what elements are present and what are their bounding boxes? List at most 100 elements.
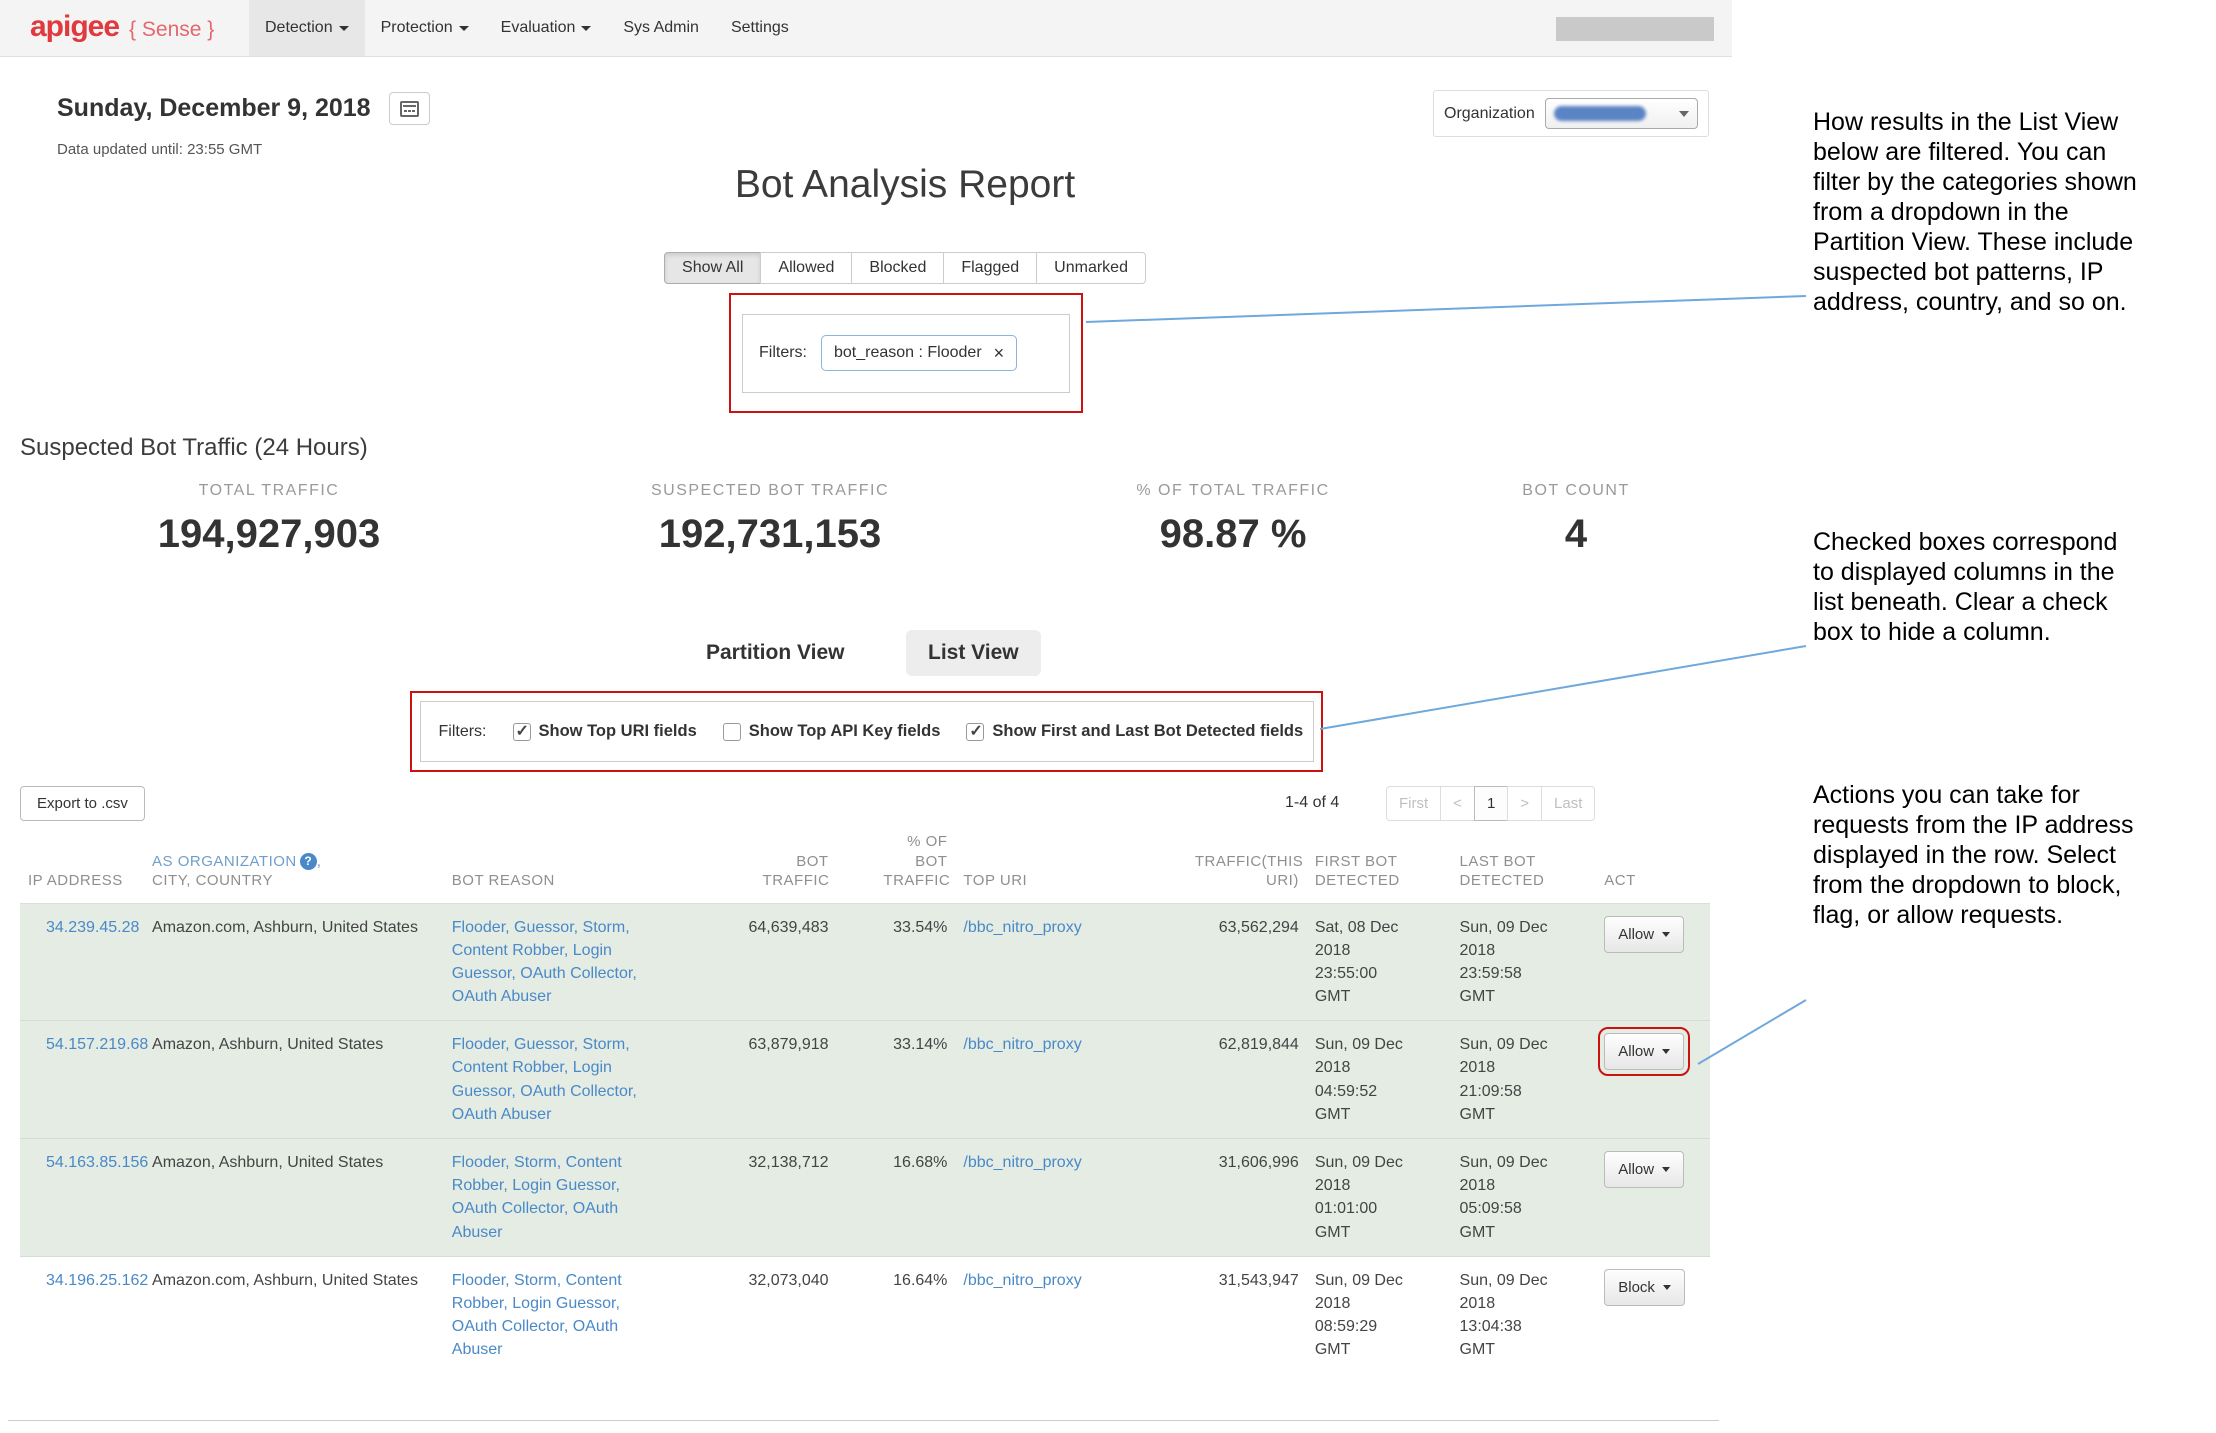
pagination-next-button[interactable]: > <box>1507 786 1542 821</box>
col-header-bot-traffic: BOT TRAFFIC <box>676 832 836 903</box>
bot-reason-link[interactable]: OAuth Collector, <box>452 1318 569 1335</box>
col-header-bot-reason: BOT REASON <box>444 832 677 903</box>
action-label: Allow <box>1618 1161 1654 1178</box>
remove-filter-icon[interactable]: × <box>994 344 1005 362</box>
checkbox-item-top-uri[interactable]: Show Top URI fields <box>513 722 697 741</box>
action-dropdown[interactable]: Allow <box>1604 1151 1684 1188</box>
tab-allowed[interactable]: Allowed <box>760 252 852 284</box>
pagination-range: 1-4 of 4 <box>1285 794 1339 812</box>
caret-down-icon <box>1663 1285 1671 1290</box>
ip-address-link[interactable]: 34.239.45.28 <box>46 919 139 936</box>
table-row: 34.196.25.162 Amazon.com, Ashburn, Unite… <box>20 1256 1710 1373</box>
ip-address-link[interactable]: 54.163.85.156 <box>46 1154 148 1171</box>
tab-list-view[interactable]: List View <box>906 630 1041 676</box>
bot-reason-link[interactable]: OAuth Collector, <box>520 1083 637 1100</box>
export-csv-button[interactable]: Export to .csv <box>20 786 145 821</box>
filters-label: Filters: <box>759 344 807 362</box>
organization-value-redacted <box>1554 106 1646 121</box>
pagination-first-button[interactable]: First <box>1386 786 1441 821</box>
tab-flagged[interactable]: Flagged <box>943 252 1037 284</box>
annotation-text-checkboxes: Checked boxes correspond to displayed co… <box>1813 527 2143 647</box>
caret-down-icon <box>1662 1167 1670 1172</box>
action-dropdown[interactable]: Block <box>1604 1269 1685 1306</box>
bot-reason-link[interactable]: OAuth Collector, <box>520 965 637 982</box>
caret-down-icon <box>459 26 469 31</box>
stat-label: % OF TOTAL TRAFFIC <box>1136 482 1329 500</box>
bot-reason-link[interactable]: Content Robber, <box>452 942 569 959</box>
bot-reason-link[interactable]: OAuth Abuser <box>452 1106 552 1123</box>
bot-reason-link[interactable]: OAuth Collector, <box>452 1200 569 1217</box>
calendar-button[interactable] <box>389 92 430 125</box>
bot-reason-link[interactable]: Flooder, <box>452 1272 510 1289</box>
bot-reason-link[interactable]: Storm, <box>583 919 630 936</box>
tab-blocked[interactable]: Blocked <box>851 252 944 284</box>
nav-item-detection[interactable]: Detection <box>249 0 365 56</box>
top-uri-link[interactable]: /bbc_nitro_proxy <box>963 1272 1081 1289</box>
bot-reason-link[interactable]: Storm, <box>514 1154 561 1171</box>
as-organization-header-link[interactable]: AS ORGANIZATION <box>152 853 297 870</box>
organization-dropdown[interactable] <box>1545 98 1698 129</box>
report-tabs: Show All Allowed Blocked Flagged Unmarke… <box>0 252 1810 284</box>
stat-value: 4 <box>1522 512 1629 557</box>
checkbox-item-first-last-detected[interactable]: Show First and Last Bot Detected fields <box>966 722 1303 741</box>
top-api-key-checkbox[interactable] <box>723 723 741 741</box>
action-dropdown[interactable]: Allow <box>1604 916 1684 953</box>
pagination-page-1-button[interactable]: 1 <box>1474 786 1508 821</box>
pagination-prev-button[interactable]: < <box>1440 786 1475 821</box>
bot-reason-link[interactable]: Content Robber, <box>452 1059 569 1076</box>
bot-reason-link[interactable]: Flooder, <box>452 919 510 936</box>
checkbox-item-top-api-key[interactable]: Show Top API Key fields <box>723 722 941 741</box>
pct-bot-traffic-cell: 16.64% <box>837 1256 956 1373</box>
last-bot-detected-cell: Sun, 09 Dec 2018 13:04:38 GMT <box>1460 1269 1552 1362</box>
bot-reason-link[interactable]: OAuth Abuser <box>452 988 552 1005</box>
pagination: First < 1 > Last <box>1386 786 1595 821</box>
col-header-last-bot-detected: LAST BOT DETECTED <box>1452 832 1597 903</box>
stat-pct-total-traffic: % OF TOTAL TRAFFIC 98.87 % <box>1136 482 1329 557</box>
ip-address-link[interactable]: 34.196.25.162 <box>46 1272 148 1289</box>
first-bot-detected-cell: Sat, 08 Dec 2018 23:55:00 GMT <box>1315 916 1407 1009</box>
bot-traffic-cell: 32,073,040 <box>676 1256 836 1373</box>
bot-reason-link[interactable]: Flooder, <box>452 1154 510 1171</box>
bot-reason-link[interactable]: Guessor, <box>514 919 578 936</box>
tab-partition-view[interactable]: Partition View <box>706 641 844 665</box>
tab-show-all[interactable]: Show All <box>664 252 761 284</box>
callout-line-action <box>1698 1000 1806 1064</box>
ip-address-link[interactable]: 54.157.219.68 <box>46 1036 148 1053</box>
stat-value: 192,731,153 <box>651 512 889 557</box>
pagination-last-button[interactable]: Last <box>1541 786 1595 821</box>
col-header-pct-bot-traffic: % OF BOT TRAFFIC <box>837 832 956 903</box>
nav-item-settings[interactable]: Settings <box>715 0 805 56</box>
bot-reason-link[interactable]: Flooder, <box>452 1036 510 1053</box>
as-organization-cell: Amazon, Ashburn, United States <box>144 1021 444 1139</box>
bot-reason-link[interactable]: Login Guessor, <box>512 1295 620 1312</box>
bot-reason-link[interactable]: Storm, <box>583 1036 630 1053</box>
top-uri-checkbox[interactable] <box>513 723 531 741</box>
nav-item-label: Evaluation <box>501 19 576 37</box>
top-uri-link[interactable]: /bbc_nitro_proxy <box>963 919 1081 936</box>
stat-label: SUSPECTED BOT TRAFFIC <box>651 482 889 500</box>
top-navbar: apigee { Sense } Detection Protection Ev… <box>0 0 1732 57</box>
top-uri-link[interactable]: /bbc_nitro_proxy <box>963 1154 1081 1171</box>
action-label: Block <box>1618 1279 1655 1296</box>
bot-reason-list: Flooder, Storm, Content Robber, Login Gu… <box>452 1269 669 1362</box>
first-last-detected-checkbox[interactable] <box>966 723 984 741</box>
nav-item-label: Detection <box>265 19 333 37</box>
bot-reason-link[interactable]: Storm, <box>514 1272 561 1289</box>
tab-unmarked[interactable]: Unmarked <box>1036 252 1146 284</box>
traffic-this-uri-cell: 62,819,844 <box>1152 1021 1307 1139</box>
help-icon[interactable]: ? <box>300 853 317 870</box>
nav-item-sys-admin[interactable]: Sys Admin <box>607 0 715 56</box>
top-uri-link[interactable]: /bbc_nitro_proxy <box>963 1036 1081 1053</box>
nav-item-protection[interactable]: Protection <box>365 0 485 56</box>
traffic-this-uri-cell: 63,562,294 <box>1152 903 1307 1021</box>
first-bot-detected-cell: Sun, 09 Dec 2018 01:01:00 GMT <box>1315 1151 1407 1244</box>
nav-item-evaluation[interactable]: Evaluation <box>485 0 608 56</box>
table-row: 54.163.85.156 Amazon, Ashburn, United St… <box>20 1139 1710 1257</box>
list-filters-bar: Filters: Show Top URI fields Show Top AP… <box>420 701 1314 762</box>
stat-value: 194,927,903 <box>158 512 380 557</box>
filter-chip[interactable]: bot_reason : Flooder × <box>821 335 1017 371</box>
bot-reason-link[interactable]: Guessor, <box>514 1036 578 1053</box>
bot-reason-link[interactable]: Login Guessor, <box>512 1177 620 1194</box>
action-dropdown-highlighted[interactable]: Allow <box>1604 1033 1684 1070</box>
caret-down-icon <box>1679 111 1689 117</box>
